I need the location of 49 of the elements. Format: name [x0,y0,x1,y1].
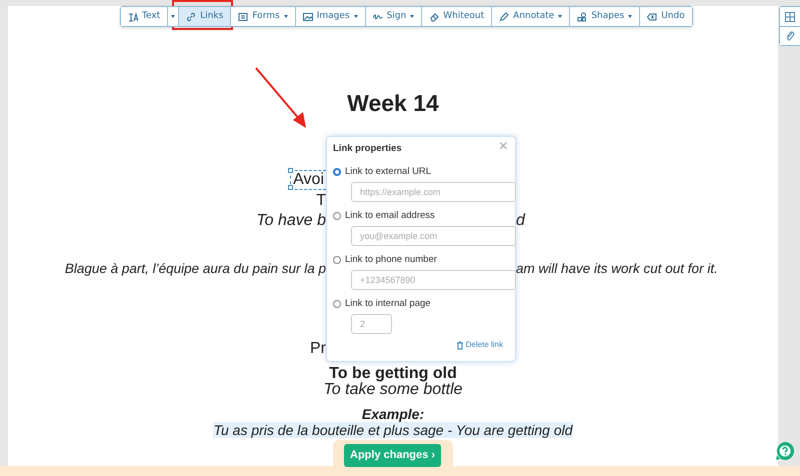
document-text: Tu as pris de la bouteille et plus sage - You are getting old [213,422,573,438]
radio-button[interactable] [333,256,341,264]
delete-link[interactable]: Delete link [456,339,503,351]
dropdown-toggle[interactable] [168,7,180,26]
document-text: To take some bottle [323,381,463,398]
input-field[interactable]: you@example.com [351,226,516,246]
arrow-drawing [255,67,306,128]
toolbar-button[interactable]: Whiteout [422,7,492,26]
image-icon [302,12,313,22]
toolbar-button[interactable]: Forms [231,7,296,26]
radio-button[interactable] [333,168,341,176]
toolbar-button[interactable]: Shapes [570,7,640,26]
toolbar-button[interactable]: Annotate [492,7,570,26]
eraser-icon [429,12,440,22]
radio-button[interactable] [333,212,341,220]
signature-icon [372,12,383,22]
text-tool-icon [128,12,138,22]
toolbar-button[interactable]: Text [121,7,168,26]
document-text: T [316,192,326,210]
radio-label: Link to external URL [345,166,432,178]
radio-button[interactable] [333,300,341,308]
document-text: To have b [256,212,326,230]
radio-label: Link to phone number [345,254,437,266]
input-field[interactable]: 2 [351,314,392,334]
paperclip-icon[interactable] [780,26,800,45]
heading: Week 14 [346,94,440,112]
radio-label: Link to email address [345,210,435,222]
example-label: Example: [362,406,424,422]
pen-icon [499,12,510,22]
document-text: To be getting old [329,365,457,382]
toolbar-button[interactable]: Undo [640,7,692,26]
radio-label: Link to internal page [345,298,431,310]
popup-title: Link properties [333,143,402,155]
toolbar-button[interactable]: Sign [366,7,422,26]
toolbar-button[interactable]: Images [296,7,366,26]
document-text: am will have its work cut out for it. [516,260,719,278]
undo-icon [647,12,658,22]
toolbar-button[interactable]: Links [179,7,232,26]
input-field[interactable]: https://example.com [351,182,516,202]
document-text: d [516,212,526,230]
trash-icon [456,340,464,350]
form-icon [238,12,248,22]
shapes-icon [577,12,588,22]
document-text: Pr [310,340,326,358]
apply-button[interactable]: Apply changes › [344,444,441,467]
document-text: Blague à part, l’équipe aura du pain sur la p [64,260,326,278]
help-icon[interactable] [775,441,795,461]
input-field[interactable]: +1234567890 [351,270,516,290]
link-icon [186,12,196,22]
